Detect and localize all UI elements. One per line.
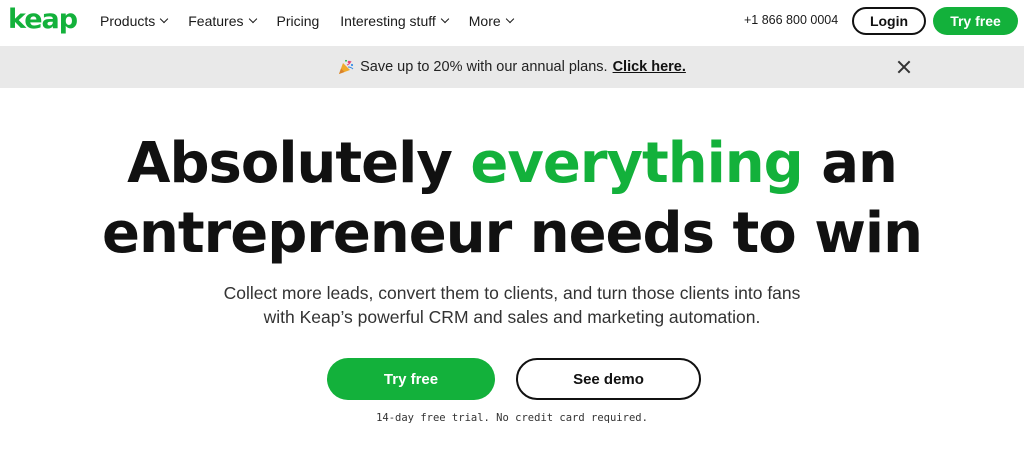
promo-banner-link[interactable]: Click here. (613, 59, 686, 75)
top-navigation: keap Products Features Pricing Interesti… (0, 0, 1024, 42)
chevron-down-icon (248, 14, 257, 24)
nav-item-label: More (468, 13, 501, 29)
hero-title-text: an (821, 131, 898, 196)
see-demo-button[interactable]: See demo (516, 358, 701, 400)
hero-subtitle-line-1: Collect more leads, convert them to clie… (223, 283, 801, 303)
nav-item-features[interactable]: Features (188, 13, 257, 29)
promo-banner: Save up to 20% with our annual plans. Cl… (0, 46, 1024, 88)
close-icon[interactable] (896, 59, 912, 75)
nav-item-label: Features (188, 13, 244, 29)
nav-item-interesting-stuff[interactable]: Interesting stuff (340, 13, 450, 29)
nav-item-more[interactable]: More (468, 13, 514, 29)
nav-item-pricing[interactable]: Pricing (277, 13, 320, 29)
hero-title-line-1: Absolutely everything an (0, 129, 1024, 199)
hero-title-accent: everything (470, 131, 803, 196)
nav-item-label: Interesting stuff (340, 13, 436, 29)
hero-title-text: Absolutely (127, 131, 453, 196)
hero-subtitle-line-2: with Keap’s powerful CRM and sales and m… (263, 307, 761, 327)
promo-banner-text: Save up to 20% with our annual plans. (360, 59, 608, 75)
hero-title: Absolutely everything an entrepreneur ne… (0, 129, 1024, 269)
login-button[interactable]: Login (852, 7, 926, 35)
party-popper-icon (339, 59, 354, 74)
hero-subtitle: Collect more leads, convert them to clie… (0, 281, 1024, 329)
promo-banner-content: Save up to 20% with our annual plans. Cl… (0, 46, 1024, 88)
free-trial-note: 14-day free trial. No credit card requir… (376, 412, 648, 424)
chevron-down-icon (440, 14, 450, 24)
chevron-down-icon (160, 14, 169, 24)
try-free-button[interactable]: Try free (327, 358, 495, 400)
nav-item-products[interactable]: Products (100, 13, 169, 29)
keap-logo[interactable]: keap (8, 3, 78, 37)
nav-item-label: Products (100, 13, 156, 29)
nav-links: Products Features Pricing Interesting st… (100, 0, 534, 42)
nav-item-label: Pricing (276, 13, 320, 29)
phone-number-link[interactable]: +1 866 800 0004 (744, 13, 838, 27)
chevron-down-icon (505, 14, 514, 24)
hero-title-line-2: entrepreneur needs to win (101, 201, 923, 266)
nav-try-free-button[interactable]: Try free (933, 7, 1018, 35)
